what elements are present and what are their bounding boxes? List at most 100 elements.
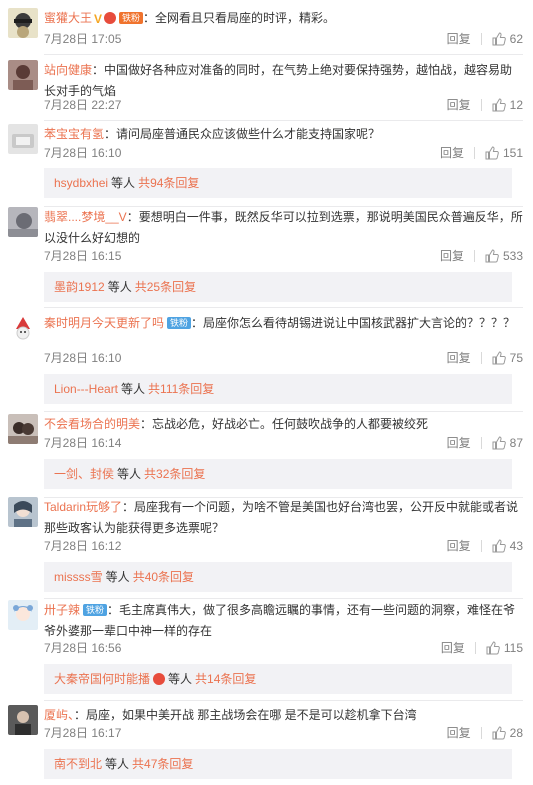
like-count: 75 (509, 351, 523, 365)
comment-meta: 7月28日 16:10 回复 151 (44, 144, 523, 162)
reply-username[interactable]: Lion---Heart (54, 382, 118, 396)
reply-total-link[interactable]: 共94条回复 (138, 176, 199, 190)
like-button[interactable]: 151 (485, 144, 523, 162)
comment-date: 7月28日 16:15 (44, 249, 122, 263)
reply-button[interactable]: 回复 (447, 724, 471, 742)
comment-text: ：毛主席真伟大，做了很多高瞻远瞩的事情，还有一些问题的洞察，难怪在爷爷外婆那一辈… (44, 603, 516, 638)
comment-text-block: 翡翠....梦境__V：要想明白一件事，既然反华可以拉到选票，那说明美国民众普遍… (44, 207, 523, 249)
divider (480, 540, 482, 552)
comment-date: 7月28日 16:17 (44, 726, 122, 740)
avatar[interactable] (8, 313, 38, 343)
comment-date: 7月28日 16:12 (44, 539, 122, 553)
like-button[interactable]: 533 (485, 247, 523, 265)
comment-username[interactable]: 卅子辣 (44, 603, 80, 617)
comment-username[interactable]: 蜜獾大王 (44, 11, 92, 25)
avatar[interactable] (8, 8, 38, 38)
like-button[interactable]: 75 (492, 349, 523, 367)
like-button[interactable]: 28 (492, 724, 523, 742)
reply-username[interactable]: 一剑、封侯 (54, 467, 114, 481)
comment-meta: 7月28日 22:27 回复 12 (44, 96, 523, 114)
reply-deng: 等人 (105, 570, 130, 584)
avatar[interactable] (8, 600, 38, 630)
comment-username[interactable]: 厦屿、 (44, 708, 74, 722)
comment-username[interactable]: 秦时明月今天更新了吗 (44, 316, 164, 330)
fan-badge[interactable]: 铁粉 (119, 12, 144, 24)
reply-summary[interactable]: hsydbxhei 等人 共94条回复 (44, 168, 512, 198)
like-button[interactable]: 87 (492, 434, 523, 452)
reply-summary[interactable]: 一剑、封侯 等人 共32条回复 (44, 459, 512, 489)
reply-total-link[interactable]: 共47条回复 (132, 757, 193, 771)
reply-total-link[interactable]: 共14条回复 (195, 672, 256, 686)
comment-date: 7月28日 16:10 (44, 146, 122, 160)
like-button[interactable]: 12 (492, 96, 523, 114)
thumbs-up-icon (485, 249, 499, 263)
avatar[interactable] (8, 60, 38, 90)
reply-summary[interactable]: 墨韵1912 等人 共25条回复 (44, 272, 512, 302)
reply-button[interactable]: 回复 (440, 247, 464, 265)
reply-summary[interactable]: 南不到北 等人 共47条回复 (44, 749, 512, 779)
comment-text: ：请问局座普通民众应该做些什么才能支持国家呢？ (104, 127, 381, 141)
reply-button[interactable]: 回复 (447, 434, 471, 452)
reply-total-link[interactable]: 共40条回复 (133, 570, 194, 584)
reply-button[interactable]: 回复 (447, 96, 471, 114)
divider (480, 352, 482, 364)
comment-text: ：局座，如果中美开战 那主战场会在哪 是不是可以趁机拿下台湾 (74, 708, 417, 722)
comment-text: ：全网看且只看局座的时评，精彩。 (143, 11, 336, 25)
reply-button[interactable]: 回复 (447, 537, 471, 555)
like-count: 533 (502, 249, 523, 263)
avatar[interactable] (8, 207, 38, 237)
comment-meta: 7月28日 16:10 回复 75 (44, 349, 523, 367)
reply-username[interactable]: hsydbxhei (54, 176, 108, 190)
comment-text-block: 苯宝宝有氢：请问局座普通民众应该做些什么才能支持国家呢？ (44, 124, 523, 145)
comment-meta: 7月28日 16:17 回复 28 (44, 724, 523, 742)
fan-badge[interactable]: 铁粉 (167, 317, 192, 329)
comment-username[interactable]: 不会看场合的明美 (44, 417, 140, 431)
comment-actions: 回复 87 (447, 434, 523, 452)
comment-username[interactable]: 苯宝宝有氢 (44, 127, 104, 141)
avatar[interactable] (8, 497, 38, 527)
reply-button[interactable]: 回复 (447, 30, 471, 48)
verified-icon: V (94, 12, 103, 26)
reply-username[interactable]: 墨韵1912 (54, 280, 105, 294)
comment-text-block: 厦屿、：局座，如果中美开战 那主战场会在哪 是不是可以趁机拿下台湾 (44, 705, 523, 726)
like-button[interactable]: 62 (492, 30, 523, 48)
reply-username[interactable]: missss雪 (54, 570, 103, 584)
like-button[interactable]: 115 (486, 639, 523, 657)
divider (474, 642, 476, 654)
reply-total-link[interactable]: 共111条回复 (148, 382, 214, 396)
like-count: 12 (509, 98, 523, 112)
reply-total-link[interactable]: 共25条回复 (135, 280, 196, 294)
reply-summary[interactable]: Lion---Heart 等人 共111条回复 (44, 374, 512, 404)
reply-summary[interactable]: missss雪 等人 共40条回复 (44, 562, 512, 592)
reply-summary[interactable]: 大秦帝国何时能播 等人 共14条回复 (44, 664, 512, 694)
comment-actions: 回复 75 (447, 349, 523, 367)
thumbs-up-icon (492, 539, 506, 553)
comment-username[interactable]: 站向健康 (44, 63, 92, 77)
comment-username[interactable]: 翡翠....梦境__V (44, 210, 127, 224)
avatar[interactable] (8, 705, 38, 735)
avatar[interactable] (8, 124, 38, 154)
comment-actions: 回复 151 (440, 144, 523, 162)
comment-actions: 回复 12 (447, 96, 523, 114)
thumbs-up-icon (486, 641, 500, 655)
reply-username[interactable]: 大秦帝国何时能播 (54, 672, 150, 686)
reply-button[interactable]: 回复 (441, 639, 465, 657)
fan-badge[interactable]: 铁粉 (83, 604, 108, 616)
reply-username[interactable]: 南不到北 (54, 757, 102, 771)
reply-button[interactable]: 回复 (447, 349, 471, 367)
comment-meta: 7月28日 16:14 回复 87 (44, 434, 523, 452)
divider (480, 727, 482, 739)
reply-button[interactable]: 回复 (440, 144, 464, 162)
reply-deng: 等人 (121, 382, 146, 396)
avatar[interactable] (8, 414, 38, 444)
reply-total-link[interactable]: 共32条回复 (144, 467, 205, 481)
divider (480, 437, 482, 449)
comment-actions: 回复 28 (447, 724, 523, 742)
like-button[interactable]: 43 (492, 537, 523, 555)
comment-text: ：忘战必危，好战必亡。任何鼓吹战争的人都要被绞死 (140, 417, 429, 431)
comment-text-block: Taldarin玩够了：局座我有一个问题，为啥不管是美国也好台湾也罢，公开反中就… (44, 497, 523, 539)
comment-date: 7月28日 17:05 (44, 32, 122, 46)
comment-date: 7月28日 22:27 (44, 98, 122, 112)
comment-username[interactable]: Taldarin玩够了 (44, 500, 122, 514)
comment-text-block: 卅子辣 铁粉 ：毛主席真伟大，做了很多高瞻远瞩的事情，还有一些问题的洞察，难怪在爷爷… (44, 600, 523, 642)
